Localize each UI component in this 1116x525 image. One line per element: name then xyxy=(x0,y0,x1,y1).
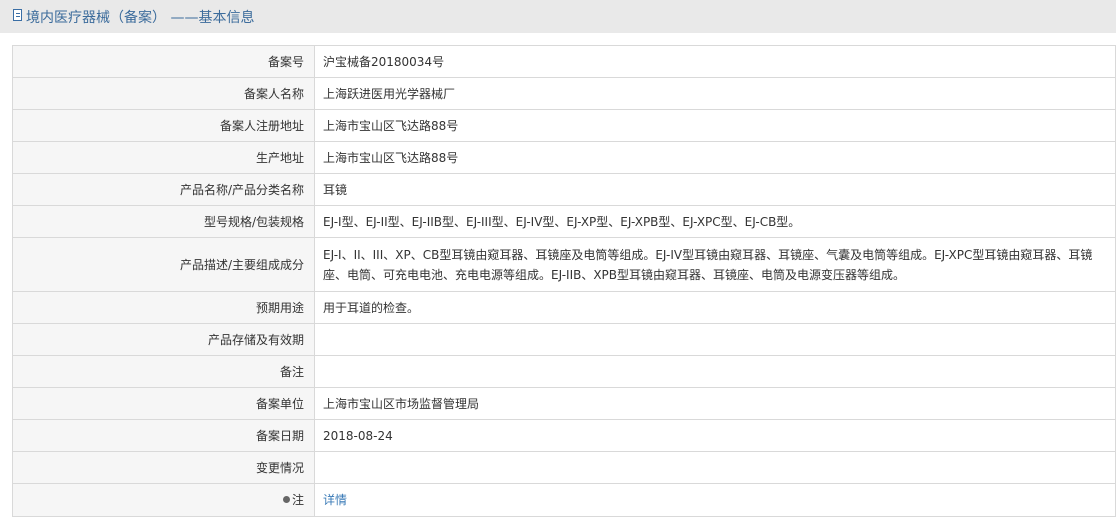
row-value: 上海跃进医用光学器械厂 xyxy=(314,77,1116,110)
row-label: 生产地址 xyxy=(12,141,315,174)
page-title: 境内医疗器械（备案） ——基本信息 xyxy=(26,10,255,26)
info-table: 备案号 沪宝械备20180034号 备案人名称 上海跃进医用光学器械厂 备案人注… xyxy=(12,45,1116,517)
table-row: 备案人名称 上海跃进医用光学器械厂 xyxy=(12,77,1116,110)
row-label: 备注 xyxy=(12,355,315,388)
table-row: 产品名称/产品分类名称 耳镜 xyxy=(12,173,1116,206)
row-label: 备案人名称 xyxy=(12,77,315,110)
table-row: 备注 xyxy=(12,355,1116,388)
row-label: 变更情况 xyxy=(12,451,315,484)
table-row: 预期用途 用于耳道的检查。 xyxy=(12,291,1116,324)
row-label: 型号规格/包装规格 xyxy=(12,205,315,238)
row-value: 上海市宝山区飞达路88号 xyxy=(314,109,1116,142)
row-label: 备案单位 xyxy=(12,387,315,420)
pin-icon xyxy=(282,496,290,503)
note-value-cell: 详情 xyxy=(314,483,1116,517)
row-label: 产品描述/主要组成成分 xyxy=(12,237,315,292)
details-link[interactable]: 详情 xyxy=(323,493,347,507)
row-value: 上海市宝山区飞达路88号 xyxy=(314,141,1116,174)
row-value: EJ-I型、EJ-II型、EJ-IIB型、EJ-III型、EJ-IV型、EJ-X… xyxy=(314,205,1116,238)
table-row: 备案人注册地址 上海市宝山区飞达路88号 xyxy=(12,109,1116,142)
row-label: 产品名称/产品分类名称 xyxy=(12,173,315,206)
row-value: 沪宝械备20180034号 xyxy=(314,45,1116,78)
row-value: 耳镜 xyxy=(314,173,1116,206)
note-label: 注 xyxy=(291,493,304,507)
row-value xyxy=(314,355,1116,388)
table-row: 备案日期 2018-08-24 xyxy=(12,419,1116,452)
row-value xyxy=(314,323,1116,356)
row-label: 产品存储及有效期 xyxy=(12,323,315,356)
row-value: EJ-I、II、III、XP、CB型耳镜由窥耳器、耳镜座及电筒等组成。EJ-IV… xyxy=(314,237,1116,292)
row-label: 备案日期 xyxy=(12,419,315,452)
table-row: 产品存储及有效期 xyxy=(12,323,1116,356)
row-value: 上海市宝山区市场监督管理局 xyxy=(314,387,1116,420)
row-label: 备案人注册地址 xyxy=(12,109,315,142)
table-row: 产品描述/主要组成成分 EJ-I、II、III、XP、CB型耳镜由窥耳器、耳镜座… xyxy=(12,237,1116,292)
note-label-cell: 注 xyxy=(12,483,315,517)
table-row: 变更情况 xyxy=(12,451,1116,484)
table-row: 生产地址 上海市宝山区飞达路88号 xyxy=(12,141,1116,174)
table-row: 备案单位 上海市宝山区市场监督管理局 xyxy=(12,387,1116,420)
title-bar: 境内医疗器械（备案） ——基本信息 xyxy=(0,0,1116,33)
row-label: 备案号 xyxy=(12,45,315,78)
row-value: 2018-08-24 xyxy=(314,419,1116,452)
row-value xyxy=(314,451,1116,484)
table-row: 备案号 沪宝械备20180034号 xyxy=(12,45,1116,78)
document-icon xyxy=(13,9,22,21)
table-row: 注 详情 xyxy=(12,483,1116,517)
row-label: 预期用途 xyxy=(12,291,315,324)
table-row: 型号规格/包装规格 EJ-I型、EJ-II型、EJ-IIB型、EJ-III型、E… xyxy=(12,205,1116,238)
row-value: 用于耳道的检查。 xyxy=(314,291,1116,324)
